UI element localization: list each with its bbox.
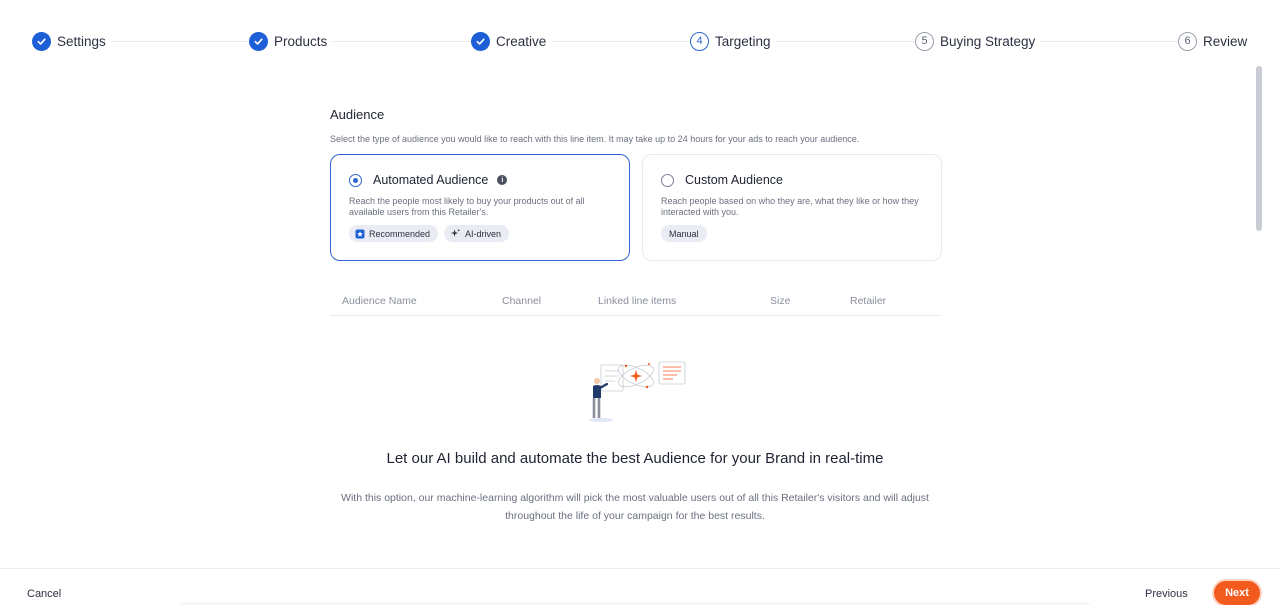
step-number: 4 [690,31,709,51]
card-title: Custom Audience [685,173,783,187]
section-description: Select the type of audience you would li… [330,134,860,144]
check-icon [471,31,490,51]
step-label: Targeting [715,33,771,49]
card-title: Automated Audience [373,173,489,187]
recommended-chip: Recommended [349,225,439,242]
empty-state-description: With this option, our machine-learning a… [341,492,929,522]
step-review[interactable]: 6 Review [1178,31,1254,51]
card-description: Reach the people most likely to buy your… [349,196,585,217]
manual-chip: Manual [661,225,707,242]
audience-table-header: Audience Name Channel Linked line items … [330,286,941,316]
ai-audience-illustration [589,361,686,422]
step-label: Creative [496,33,547,49]
column-retailer[interactable]: Retailer [850,286,940,315]
column-audience-name[interactable]: Audience Name [330,286,490,315]
section-title: Audience [330,107,385,122]
step-label: Products [274,33,328,49]
badge-star-icon [355,229,365,239]
step-number: 5 [915,31,934,51]
custom-audience-radio[interactable] [661,173,674,187]
step-creative[interactable]: Creative [471,31,553,51]
step-settings[interactable]: Settings [32,31,112,51]
step-number: 6 [1178,31,1197,51]
ai-driven-chip: AI-driven [444,225,510,242]
next-button[interactable]: Next [1212,579,1262,605]
column-channel[interactable]: Channel [490,286,598,315]
cancel-button[interactable]: Cancel [27,588,61,600]
automated-audience-radio[interactable] [349,173,362,187]
column-linked-line-items[interactable]: Linked line items [598,286,770,315]
custom-audience-card[interactable]: Custom Audience Reach people based on wh… [642,154,942,261]
footer-bar: Cancel Previous Next [0,568,1280,605]
step-label: Review [1203,33,1248,49]
previous-button[interactable]: Previous [1145,588,1188,600]
check-icon [32,31,51,51]
automated-audience-card[interactable]: Automated Audience i Reach the people mo… [330,154,630,261]
check-icon [249,31,268,51]
step-targeting[interactable]: 4 Targeting [690,31,777,51]
step-products[interactable]: Products [249,31,334,51]
progress-stepper: Settings Products Creative 4 Targeting 5… [32,31,1254,51]
step-label: Settings [57,33,106,49]
audience-section: Audience Select the type of audience you… [330,98,942,316]
card-description: Reach people based on who they are, what… [661,196,919,217]
column-size[interactable]: Size [770,286,850,315]
step-buying-strategy[interactable]: 5 Buying Strategy [915,31,1042,51]
empty-state-title: Let our AI build and automate the best A… [386,450,884,467]
info-icon[interactable]: i [497,175,508,185]
sparkle-icon [450,228,461,239]
step-label: Buying Strategy [940,33,1036,49]
audience-options: Automated Audience i Reach the people mo… [330,154,942,261]
vertical-scrollbar[interactable] [1256,66,1262,231]
